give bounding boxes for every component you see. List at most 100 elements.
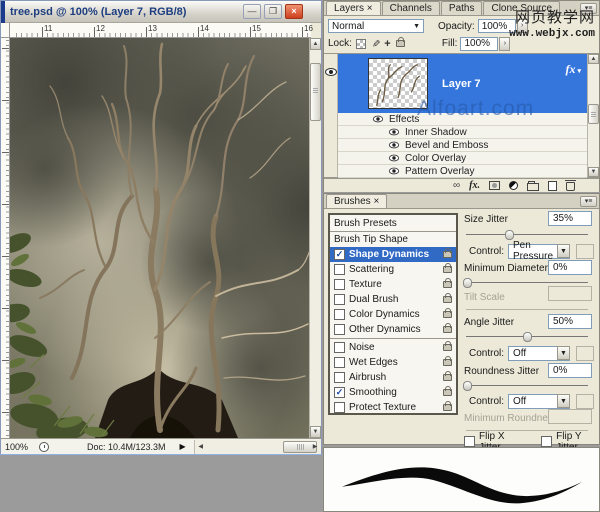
brush-option-wet-edges[interactable]: Wet Edges xyxy=(330,355,456,370)
brush-presets-item[interactable]: Brush Presets xyxy=(330,215,456,232)
doc-size-info[interactable]: Doc: 10.4M/123.3M xyxy=(87,442,166,452)
lock-icon[interactable] xyxy=(443,374,452,381)
delete-layer-icon[interactable] xyxy=(566,182,575,191)
effect-visibility-eye-icon[interactable] xyxy=(389,142,399,149)
brush-option-texture[interactable]: Texture xyxy=(330,277,456,292)
lock-icon[interactable] xyxy=(443,404,452,411)
adjustment-layer-icon[interactable] xyxy=(509,181,518,190)
checkbox-icon[interactable] xyxy=(334,342,345,353)
brush-option-dual-brush[interactable]: Dual Brush xyxy=(330,292,456,307)
size-jitter-input[interactable]: 35% xyxy=(548,211,592,226)
maximize-button[interactable]: ❐ xyxy=(264,4,282,19)
tab-brushes[interactable]: Brushes × xyxy=(326,194,387,208)
roundness-control-select[interactable]: Off ▼ xyxy=(508,394,570,409)
brush-option-protect-texture[interactable]: Protect Texture xyxy=(330,400,456,415)
effect-visibility-eye-icon[interactable] xyxy=(389,129,399,136)
minimum-diameter-input[interactable]: 0% xyxy=(548,260,592,275)
layer-name[interactable]: Layer 7 xyxy=(442,78,481,90)
checkbox-icon[interactable]: ✓ xyxy=(334,387,345,398)
lock-icon[interactable] xyxy=(443,266,452,273)
lock-icon[interactable] xyxy=(443,359,452,366)
scroll-right-icon[interactable]: ▶ xyxy=(310,441,320,453)
lock-icon[interactable] xyxy=(443,251,452,258)
blend-mode-select[interactable]: Normal ▼ xyxy=(328,19,424,33)
brushes-panel-menu-icon[interactable]: ▾≡ xyxy=(580,196,597,207)
status-arrow-icon[interactable]: ▶ xyxy=(180,442,186,451)
layer-scroll-thumb[interactable] xyxy=(588,104,599,124)
brush-tip-shape-item[interactable]: Brush Tip Shape xyxy=(330,232,456,247)
slider-thumb[interactable] xyxy=(463,278,472,288)
scroll-up-icon[interactable]: ▲ xyxy=(310,38,321,50)
lock-icon[interactable] xyxy=(443,344,452,351)
checkbox-icon[interactable] xyxy=(334,372,345,383)
lock-icon[interactable] xyxy=(443,389,452,396)
layer-list-scrollbar[interactable]: ▲ ▼ xyxy=(587,54,599,177)
layer-visibility-eye-icon[interactable] xyxy=(325,68,337,76)
slider-thumb[interactable] xyxy=(505,230,514,240)
layer-actions-bar: ∞ fx. xyxy=(324,178,599,192)
link-layers-icon[interactable]: ∞ xyxy=(453,181,460,191)
layer-fx-badge[interactable]: fx xyxy=(565,62,581,77)
fill-input[interactable]: 100% xyxy=(460,37,498,51)
checkbox-icon[interactable] xyxy=(334,294,345,305)
layer-scroll-up-icon[interactable]: ▲ xyxy=(588,54,599,64)
checkbox-icon[interactable] xyxy=(334,264,345,275)
lock-position-icon[interactable]: + xyxy=(384,38,390,50)
brush-option-other-dynamics[interactable]: Other Dynamics xyxy=(330,322,456,337)
lock-transparency-icon[interactable] xyxy=(356,39,366,49)
effect-visibility-eye-icon[interactable] xyxy=(373,116,383,123)
checkbox-icon[interactable] xyxy=(334,357,345,368)
lock-paint-icon[interactable]: ✎ xyxy=(370,39,381,47)
brush-option-airbrush[interactable]: Airbrush xyxy=(330,370,456,385)
size-control-select[interactable]: Pen Pressure ▼ xyxy=(508,244,570,259)
checkbox-icon[interactable] xyxy=(334,402,345,413)
canvas[interactable] xyxy=(10,38,311,438)
canvas-vertical-scrollbar[interactable]: ▲ ▼ xyxy=(309,38,321,438)
lock-all-icon[interactable] xyxy=(396,40,405,47)
lock-icon[interactable] xyxy=(443,311,452,318)
effect-visibility-eye-icon[interactable] xyxy=(389,155,399,162)
brush-option-smoothing[interactable]: ✓Smoothing xyxy=(330,385,456,400)
scroll-left-icon[interactable]: ◀ xyxy=(196,441,206,453)
layer-scroll-down-icon[interactable]: ▼ xyxy=(588,167,599,177)
checkbox-icon[interactable]: ✓ xyxy=(334,249,345,260)
effect-visibility-eye-icon[interactable] xyxy=(389,168,399,175)
lock-icon[interactable] xyxy=(443,326,452,333)
brush-option-scattering[interactable]: Scattering xyxy=(330,262,456,277)
brush-option-shape-dynamics[interactable]: ✓Shape Dynamics xyxy=(330,247,456,262)
new-group-icon[interactable] xyxy=(527,183,539,191)
new-layer-icon[interactable] xyxy=(548,181,557,191)
size-jitter-slider[interactable] xyxy=(466,229,588,240)
scroll-down-icon[interactable]: ▼ xyxy=(310,426,321,438)
checkbox-icon[interactable] xyxy=(334,324,345,335)
tab-paths[interactable]: Paths xyxy=(441,1,483,15)
document-titlebar[interactable]: tree.psd @ 100% (Layer 7, RGB/8) — ❐ × xyxy=(1,1,321,23)
vertical-scroll-thumb[interactable] xyxy=(310,63,321,121)
slider-thumb[interactable] xyxy=(523,332,532,342)
lock-icon[interactable] xyxy=(443,296,452,303)
lock-icon[interactable] xyxy=(443,281,452,288)
minimize-button[interactable]: — xyxy=(243,4,261,19)
brush-option-noise[interactable]: Noise xyxy=(330,340,456,355)
checkbox-icon[interactable] xyxy=(334,309,345,320)
tab-channels[interactable]: Channels xyxy=(382,1,440,15)
angle-control-select[interactable]: Off ▼ xyxy=(508,346,570,361)
checkbox-icon[interactable] xyxy=(334,279,345,290)
close-button[interactable]: × xyxy=(285,4,303,19)
slider-thumb[interactable] xyxy=(463,381,472,391)
angle-jitter-input[interactable]: 50% xyxy=(548,314,592,329)
layer-style-icon[interactable]: fx. xyxy=(469,180,480,191)
roundness-jitter-input[interactable]: 0% xyxy=(548,363,592,378)
document-title: tree.psd @ 100% (Layer 7, RGB/8) xyxy=(10,6,186,18)
zoom-level[interactable]: 100% xyxy=(5,442,31,452)
effect-row-color-overlay[interactable]: Color Overlay xyxy=(338,152,587,165)
effect-row-pattern-overlay[interactable]: Pattern Overlay xyxy=(338,165,587,178)
angle-jitter-slider[interactable] xyxy=(466,331,588,342)
brush-option-color-dynamics[interactable]: Color Dynamics xyxy=(330,307,456,322)
layer-mask-icon[interactable] xyxy=(489,181,500,190)
tab-layers[interactable]: Layers × xyxy=(326,1,381,15)
effect-row-bevel-and-emboss[interactable]: Bevel and Emboss xyxy=(338,139,587,152)
effect-row-inner-shadow[interactable]: Inner Shadow xyxy=(338,126,587,139)
roundness-jitter-slider[interactable] xyxy=(466,380,588,391)
canvas-horizontal-scrollbar[interactable]: ◀ ▶ xyxy=(194,440,321,454)
